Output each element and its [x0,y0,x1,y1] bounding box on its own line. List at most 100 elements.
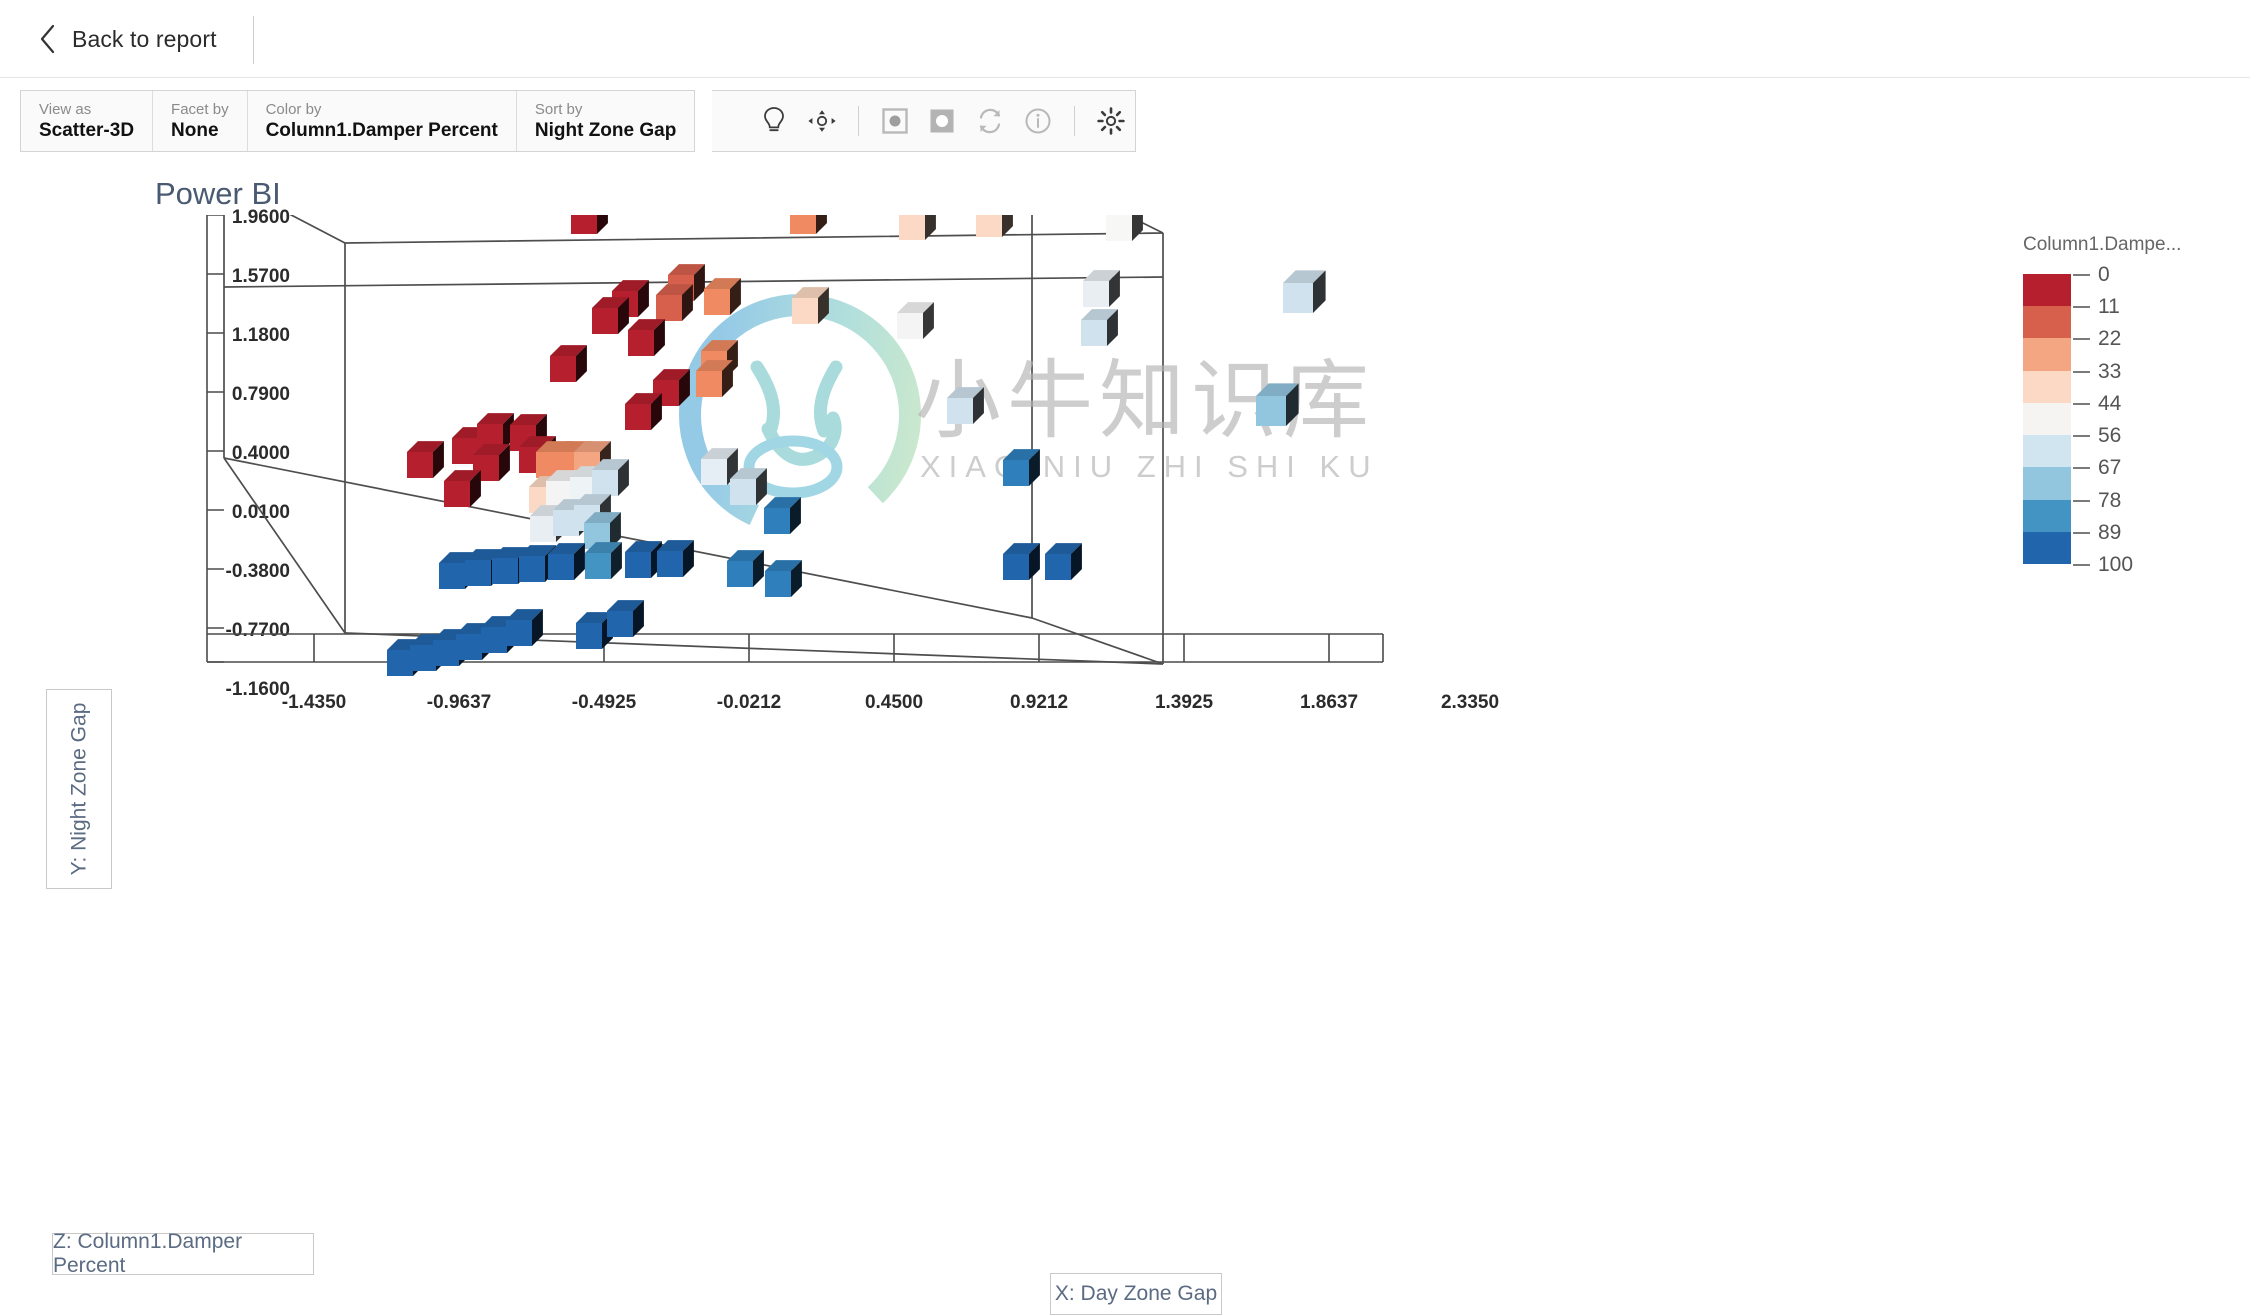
data-point-cube[interactable] [506,609,543,646]
cube-front-face [730,479,756,505]
legend-tick: 100 [2073,553,2133,577]
data-point-cube[interactable] [625,541,662,578]
data-point-cube[interactable] [1045,543,1082,580]
x-axis-label-box[interactable]: X: Day Zone Gap [1050,1273,1222,1315]
focus-target-icon[interactable] [798,97,846,145]
top-bar-underline [0,77,2250,78]
cube-front-face [1283,283,1313,313]
data-point-cube[interactable] [548,543,585,580]
marker-outline-icon[interactable] [871,97,919,145]
lightbulb-icon[interactable] [750,97,798,145]
refresh-icon[interactable] [966,97,1014,145]
cube-front-face [657,551,683,577]
data-point-cube[interactable] [790,215,827,234]
legend-color-band[interactable] [2023,338,2071,371]
data-point-cube[interactable] [1003,449,1040,486]
legend-tick-value: 11 [2098,295,2120,319]
cube-front-face [607,611,633,637]
legend-color-band[interactable] [2023,467,2071,500]
legend-tick-dash [2073,402,2090,405]
cube-front-face [1106,215,1132,241]
data-point-cube[interactable] [696,360,733,397]
legend-tick: 22 [2073,327,2121,351]
data-point-cube[interactable] [592,297,629,334]
y-axis-label-box[interactable]: Y: Night Zone Gap [46,689,112,889]
legend-tick: 89 [2073,521,2121,545]
data-point-cube[interactable] [1081,309,1118,346]
data-point-cube[interactable] [1283,270,1326,313]
data-point-cube[interactable] [625,393,662,430]
legend-color-band[interactable] [2023,402,2071,436]
z-axis-label-box[interactable]: Z: Column1.Damper Percent [52,1230,314,1277]
data-point-cube[interactable] [1083,270,1120,307]
data-point-cube[interactable] [1003,543,1040,580]
cube-front-face [492,558,518,584]
control-sort-by-label: Sort by [534,100,583,118]
legend-color-band[interactable] [2023,499,2071,532]
legend-tick-dash [2073,370,2090,373]
data-point-cube[interactable] [444,470,481,507]
data-point-cube[interactable] [407,441,444,478]
legend-tick: 78 [2073,489,2121,513]
legend-title: Column1.Dampe... [2023,234,2182,255]
cube-front-face [897,313,923,339]
cube-front-face [387,650,413,676]
legend-tick: 56 [2073,424,2121,448]
data-point-cube[interactable] [657,540,694,577]
control-sort-by[interactable]: Sort by Night Zone Gap [516,91,695,151]
data-point-cube[interactable] [1106,215,1143,241]
data-point-cube[interactable] [704,278,741,315]
data-point-cube[interactable] [585,542,622,579]
legend-color-band[interactable] [2023,306,2071,339]
data-point-cube[interactable] [976,215,1013,237]
data-point-cube[interactable] [628,319,665,356]
data-point-cube[interactable] [727,550,764,587]
data-point-cube[interactable] [592,459,629,496]
cube-front-face [530,516,556,542]
data-point-cube[interactable] [730,468,767,505]
legend-tick-value: 22 [2098,327,2122,351]
cube-front-face [550,356,576,382]
legend-color-band[interactable] [2023,435,2071,468]
data-point-cube[interactable] [607,600,644,637]
legend-tick-dash [2073,467,2090,470]
cube-front-face [704,289,730,315]
data-point-cube[interactable] [947,387,984,424]
legend-color-ramp[interactable] [2023,274,2071,564]
legend-tick: 67 [2073,456,2121,480]
data-point-cube[interactable] [765,560,802,597]
legend-color-band[interactable] [2023,370,2071,403]
data-point-cube[interactable] [571,215,608,234]
legend-tick-value: 89 [2098,520,2122,544]
cube-front-face [1045,554,1071,580]
legend-color-band[interactable] [2023,531,2071,564]
cube-front-face [439,563,465,589]
scatter-3d-plot[interactable]: 1.9600 1.5700 1.1800 0.7900 0.4000 0.010… [0,207,2000,1315]
cube-front-face [585,553,611,579]
data-point-cube[interactable] [1256,383,1299,426]
top-bar: Back to report [0,0,2250,78]
legend-color-band[interactable] [2023,274,2071,307]
cube-front-face [625,404,651,430]
info-icon[interactable] [1014,97,1062,145]
cube-front-face [1003,460,1029,486]
cube-front-face [625,552,651,578]
data-point-cube[interactable] [792,287,829,324]
back-to-report-button[interactable]: Back to report [38,24,217,54]
control-color-by[interactable]: Color by Column1.Damper Percent [247,91,517,151]
toolbar-divider [252,16,254,64]
legend-tick: 11 [2073,295,2120,319]
legend-tick-dash [2073,338,2090,341]
data-point-cube[interactable] [656,284,693,321]
control-color-by-value: Column1.Damper Percent [265,119,498,141]
legend-tick-value: 100 [2098,553,2134,576]
gear-icon[interactable] [1087,97,1135,145]
data-point-cube[interactable] [897,302,934,339]
cube-front-face [410,645,436,671]
marker-filled-icon[interactable] [919,97,967,145]
data-point-cube[interactable] [764,497,801,534]
control-view-as[interactable]: View as Scatter-3D [21,91,154,151]
data-point-cube[interactable] [550,345,587,382]
cube-front-face [548,554,574,580]
control-facet-by[interactable]: Facet by None [153,91,248,151]
